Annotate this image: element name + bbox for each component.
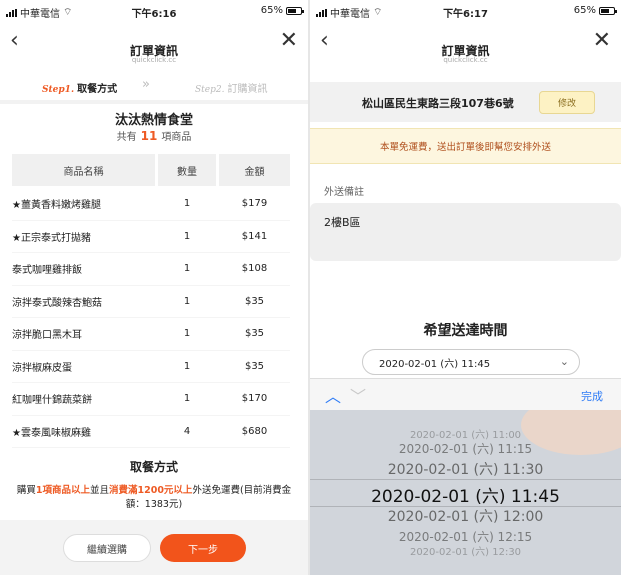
- item-qty: 1: [183, 360, 191, 372]
- done-button[interactable]: 完成: [581, 388, 603, 404]
- item-qty: 4: [183, 425, 191, 437]
- item-qty: 1: [183, 198, 191, 210]
- previous-field-icon[interactable]: ︿: [325, 383, 341, 407]
- item-name: ★雲泰風味椒麻雞: [12, 427, 91, 439]
- item-amount: $179: [241, 198, 268, 210]
- delivery-note-value: 2樓B區: [324, 216, 361, 229]
- item-amount: $35: [244, 295, 265, 307]
- picker-option[interactable]: 2020-02-01 (六) 11:00: [310, 426, 621, 441]
- step1-prefix: Step1.: [42, 85, 75, 95]
- next-step-button[interactable]: 下一步: [160, 534, 246, 562]
- order-screen-step1: 中華電信 ⌔ 下午6:16 65% ‹ 訂單資訊 quickclick.cc ✕…: [0, 0, 308, 575]
- item-amount: $680: [241, 425, 268, 437]
- table-row: 涼拌椒麻皮蛋 1 $35: [12, 351, 290, 383]
- item-qty: 1: [183, 328, 191, 340]
- item-amount: $108: [241, 263, 268, 275]
- item-amount: $35: [244, 360, 265, 372]
- shipping-policy: 購買1項商品以上並且消費滿1200元以上外送免運費(目前消費金額：1383元): [10, 484, 298, 512]
- picker-option-selected[interactable]: 2020-02-01 (六) 11:45: [310, 482, 621, 507]
- page-subtitle: quickclick.cc: [443, 56, 488, 64]
- table-row: 紅咖哩什錦蔬菜餅 1 $170: [12, 383, 290, 416]
- close-icon[interactable]: ✕: [280, 30, 298, 52]
- picker-option[interactable]: 2020-02-01 (六) 12:00: [310, 506, 621, 526]
- step2-label: 訂購資訊: [227, 84, 268, 95]
- delivery-address: 松山區民生東路三段107巷6號: [362, 97, 514, 110]
- table-row: 涼拌脆口黑木耳 1 $35: [12, 318, 290, 351]
- count-prefix: 共有: [116, 132, 137, 143]
- item-name: 涼拌泰式酸辣杏鮑菇: [12, 297, 102, 309]
- table-row: ★正宗泰式打拋豬 1 $141: [12, 221, 290, 253]
- policy-p3: 並且: [89, 485, 109, 496]
- header-amount: 金額: [219, 154, 290, 186]
- item-name: 泰式咖哩雞排飯: [12, 265, 82, 277]
- free-shipping-notice: 本單免運費，送出訂單後即幫您安排外送: [310, 128, 621, 164]
- item-amount: $141: [241, 230, 268, 242]
- battery-percent: 65%: [573, 5, 596, 16]
- order-screen-step2: 中華電信 ⌔ 下午6:17 65% ‹ 訂單資訊 quickclick.cc ✕…: [310, 0, 621, 575]
- picker-toolbar: ︿ ﹀ 完成: [310, 378, 621, 411]
- policy-p2: 1項商品以上: [35, 485, 90, 496]
- item-name: ★正宗泰式打拋豬: [12, 232, 91, 244]
- page-subtitle: quickclick.cc: [131, 56, 177, 64]
- edit-address-button[interactable]: 修改: [539, 91, 595, 114]
- order-table-body: ★薑黃香料嫩烤雞腿 1 $179 ★正宗泰式打拋豬 1 $141 泰式咖哩雞排飯 1 $10…: [12, 188, 290, 448]
- picker-option[interactable]: 2020-02-01 (六) 11:30: [310, 459, 621, 479]
- battery-info: 65%: [260, 5, 304, 16]
- step1-label: 取餐方式: [77, 84, 118, 95]
- delivery-time-title: 希望送達時間: [423, 323, 508, 339]
- item-count: 共有 11 項商品: [0, 128, 308, 143]
- close-icon[interactable]: ✕: [593, 30, 611, 52]
- item-name: ★薑黃香料嫩烤雞腿: [12, 200, 101, 212]
- address-bar: 松山區民生東路三段107巷6號 修改: [310, 82, 621, 122]
- step2-inactive: Step2. 訂購資訊: [195, 80, 267, 95]
- delivery-time-select[interactable]: 2020-02-01 (六) 11:45 ⌄: [362, 349, 580, 375]
- item-name: 涼拌脆口黑木耳: [12, 330, 82, 342]
- table-row: 涼拌泰式酸辣杏鮑菇 1 $35: [12, 286, 290, 318]
- item-qty: 1: [183, 263, 191, 275]
- table-row: ★薑黃香料嫩烤雞腿 1 $179: [12, 188, 290, 221]
- step-arrow-icon: »: [142, 77, 150, 92]
- delivery-time-value: 2020-02-01 (六) 11:45: [379, 358, 491, 370]
- delivery-note-label: 外送備註: [324, 187, 364, 198]
- table-header: 商品名稱 數量 金額: [12, 154, 290, 186]
- footer-bar: 繼續選購 下一步: [0, 520, 308, 575]
- battery-icon: [599, 6, 617, 15]
- header-item-name: 商品名稱: [12, 154, 155, 186]
- continue-shopping-button[interactable]: 繼續選購: [63, 534, 151, 562]
- picker-option[interactable]: 2020-02-01 (六) 11:15: [310, 440, 621, 457]
- item-name: 紅咖哩什錦蔬菜餅: [12, 395, 92, 407]
- item-amount: $170: [241, 393, 268, 405]
- store-name: 汰汰熱情食堂: [114, 113, 193, 128]
- item-qty: 1: [183, 230, 191, 242]
- battery-percent: 65%: [260, 5, 283, 16]
- step1-active: Step1. 取餐方式: [42, 80, 117, 95]
- count-number: 11: [140, 129, 158, 143]
- step2-prefix: Step2.: [195, 85, 225, 95]
- item-qty: 1: [183, 295, 191, 307]
- status-bar: 中華電信 ⌔ 下午6:17 65%: [310, 0, 621, 22]
- picker-option[interactable]: 2020-02-01 (六) 12:30: [310, 543, 621, 558]
- battery-info: 65%: [573, 5, 617, 16]
- next-field-icon[interactable]: ﹀: [350, 383, 366, 407]
- battery-icon: [286, 6, 304, 15]
- header-quantity: 數量: [158, 154, 216, 186]
- chevron-down-icon: ⌄: [559, 355, 569, 368]
- pickup-method-title: 取餐方式: [129, 460, 178, 474]
- nav-bar: ‹ 訂單資訊 quickclick.cc ✕: [0, 22, 308, 68]
- item-name: 涼拌椒麻皮蛋: [12, 362, 72, 374]
- item-qty: 1: [183, 393, 191, 405]
- policy-p4: 消費滿1200元以上: [108, 485, 193, 496]
- step-indicator: Step1. 取餐方式 » Step2. 訂購資訊: [0, 72, 308, 101]
- policy-p1: 購買: [16, 485, 36, 496]
- delivery-note-field[interactable]: 2樓B區: [310, 203, 621, 261]
- status-bar: 中華電信 ⌔ 下午6:16 65%: [0, 0, 308, 22]
- time-picker-wheel[interactable]: 2020-02-01 (六) 11:00 2020-02-01 (六) 11:1…: [310, 410, 621, 575]
- table-row: 泰式咖哩雞排飯 1 $108: [12, 253, 290, 286]
- item-amount: $35: [244, 328, 265, 340]
- table-row: ★雲泰風味椒麻雞 4 $680: [12, 416, 290, 448]
- nav-bar: ‹ 訂單資訊 quickclick.cc ✕: [310, 22, 621, 68]
- count-suffix: 項商品: [161, 132, 192, 143]
- section-divider: [0, 100, 308, 104]
